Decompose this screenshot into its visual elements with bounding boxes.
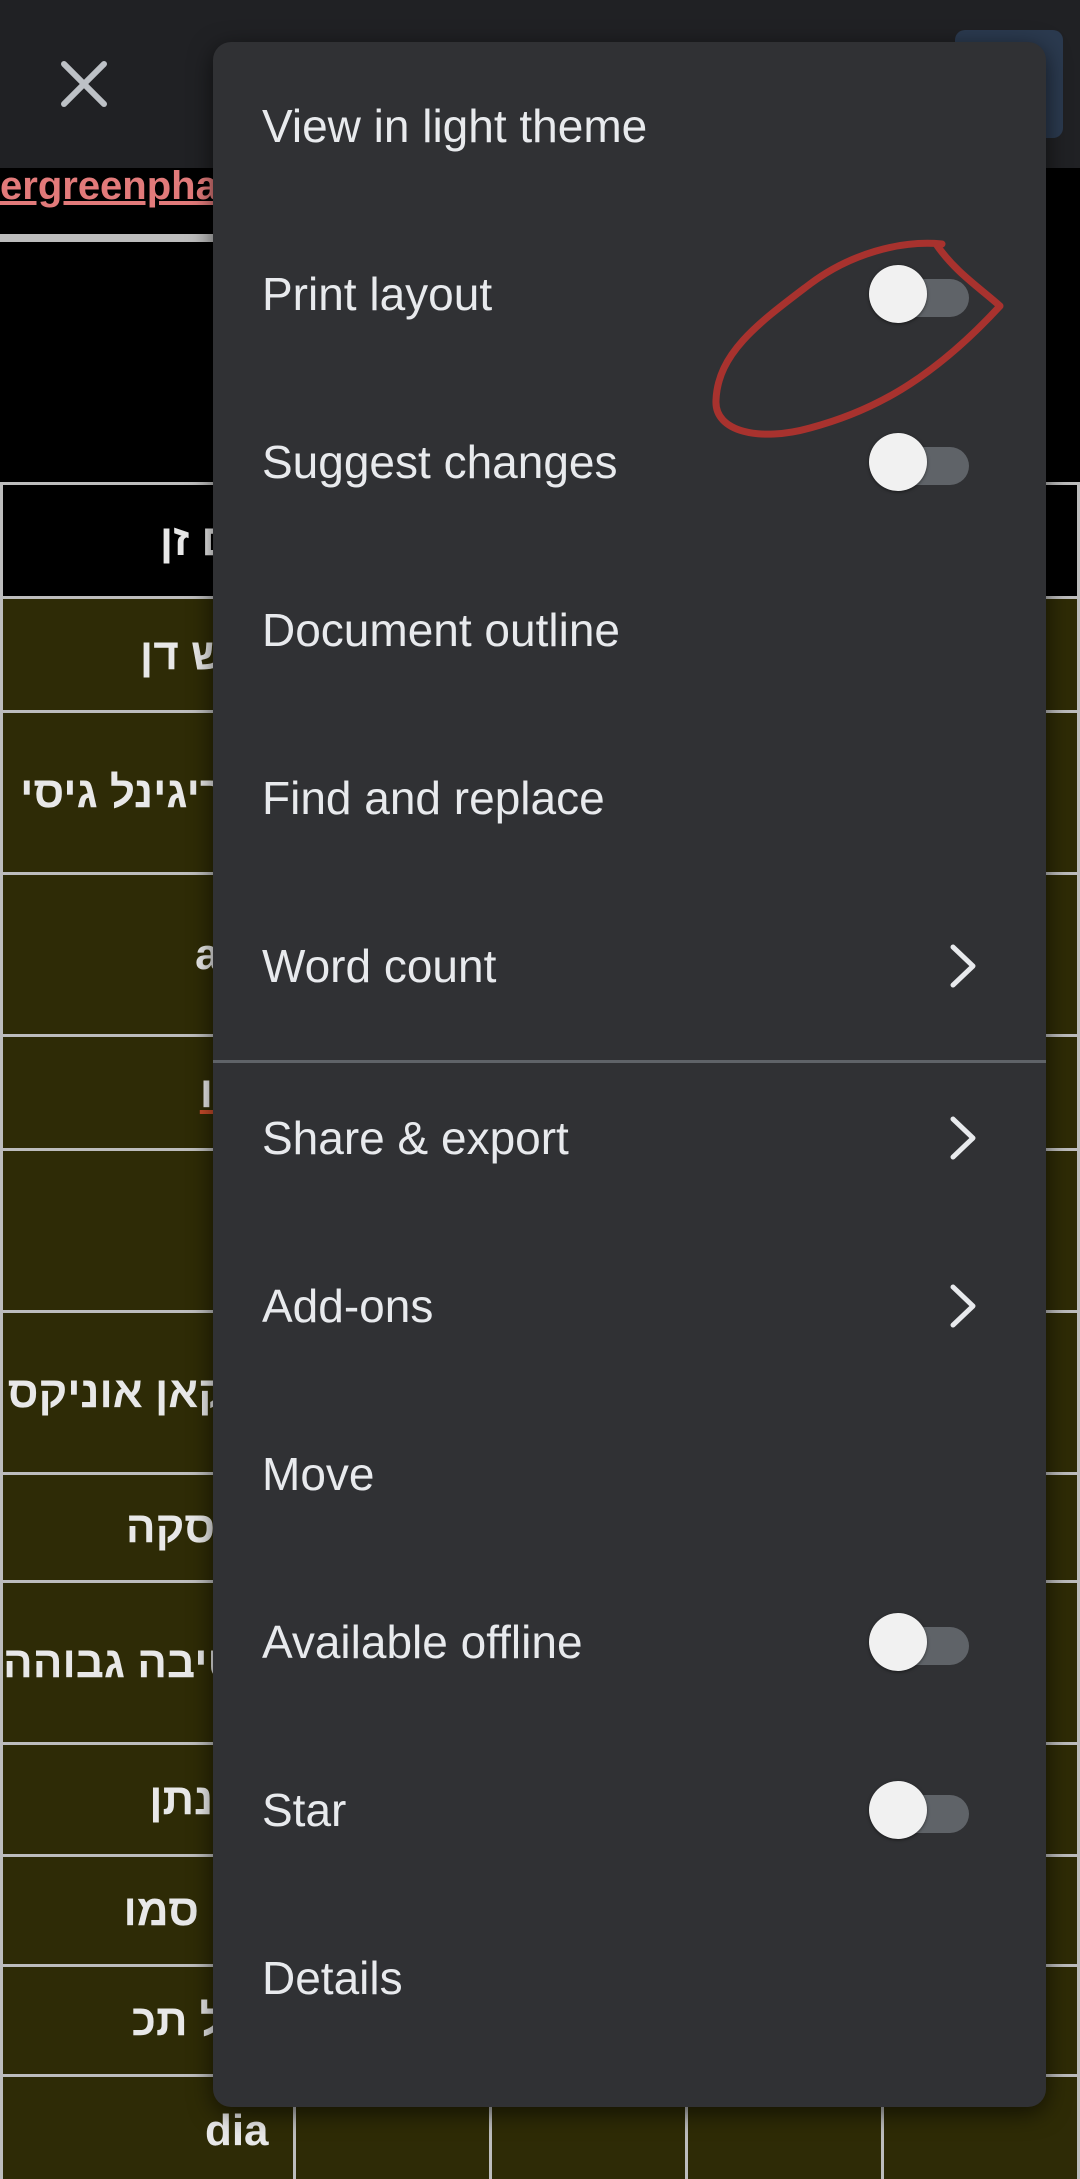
suggest-changes-toggle[interactable] <box>869 430 969 494</box>
menu-item-star[interactable]: Star <box>213 1726 1046 1894</box>
chevron-right-icon <box>950 1116 976 1160</box>
menu-item-label: View in light theme <box>262 100 648 152</box>
menu-item-word-count[interactable]: Word count <box>213 882 1046 1050</box>
menu-item-label: Star <box>262 1784 347 1836</box>
star-toggle[interactable] <box>869 1778 969 1842</box>
menu-item-share-export[interactable]: Share & export <box>213 1054 1046 1222</box>
menu-item-document-outline[interactable]: Document outline <box>213 546 1046 714</box>
toggle-thumb <box>869 1781 927 1839</box>
menu-item-label: Document outline <box>262 604 620 656</box>
chevron-right-icon <box>950 944 976 988</box>
menu-item-details[interactable]: Details <box>213 1894 1046 2062</box>
menu-item-label: Add-ons <box>262 1280 434 1332</box>
chevron-right-icon <box>950 1284 976 1328</box>
close-button[interactable] <box>44 44 124 124</box>
menu-item-add-ons[interactable]: Add-ons <box>213 1222 1046 1390</box>
menu-item-label: Share & export <box>262 1112 569 1164</box>
menu-item-find-and-replace[interactable]: Find and replace <box>213 714 1046 882</box>
menu-item-move[interactable]: Move <box>213 1390 1046 1558</box>
menu-item-label: Suggest changes <box>262 436 618 488</box>
menu-item-label: Find and replace <box>262 772 605 824</box>
menu-item-view-in-light-theme[interactable]: View in light theme <box>213 42 1046 210</box>
document-rule <box>0 234 220 242</box>
toggle-thumb <box>869 1613 927 1671</box>
menu-item-label: Word count <box>262 940 497 992</box>
cell-text: dia <box>204 2105 269 2155</box>
menu-item-label: Move <box>262 1448 375 1500</box>
menu-item-print-layout[interactable]: Print layout <box>213 210 1046 378</box>
menu-item-available-offline[interactable]: Available offline <box>213 1558 1046 1726</box>
available-offline-toggle[interactable] <box>869 1610 969 1674</box>
overflow-menu: View in light theme Print layout Suggest c… <box>213 42 1046 2107</box>
menu-item-suggest-changes[interactable]: Suggest changes <box>213 378 1046 546</box>
menu-item-label: Print layout <box>262 268 493 320</box>
toggle-thumb <box>869 433 927 491</box>
menu-item-label: Available offline <box>262 1616 583 1668</box>
menu-item-label: Details <box>262 1952 403 2004</box>
document-link[interactable]: ergreenpha <box>0 158 218 214</box>
toggle-thumb <box>869 265 927 323</box>
close-icon <box>61 61 107 107</box>
print-layout-toggle[interactable] <box>869 262 969 326</box>
